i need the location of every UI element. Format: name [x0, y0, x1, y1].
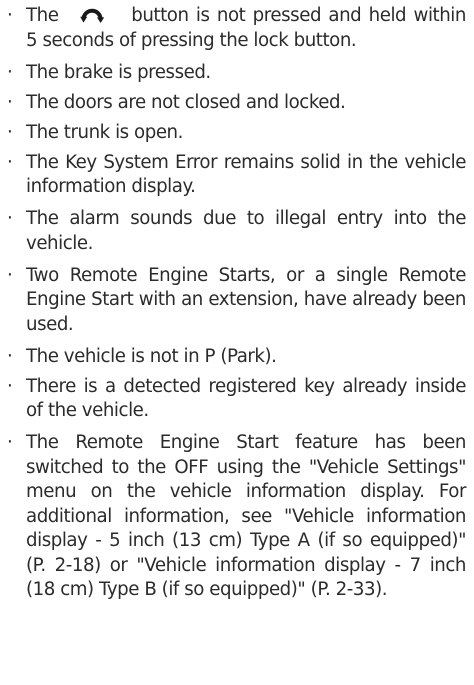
list-item-text: The Key System Error remains solid in th… — [26, 151, 466, 198]
document-page: · The button is not pressed and held wit… — [0, 0, 474, 685]
list-item-text: The brake is pressed. — [26, 61, 211, 83]
list-item: · The vehicle is not in P (Park). — [6, 345, 466, 370]
list-item: · The doors are not closed and locked. — [6, 91, 466, 116]
bullet-marker: · — [7, 345, 13, 367]
bullet-marker: · — [7, 264, 13, 286]
list-item-text: The alarm sounds due to illegal entry in… — [26, 208, 466, 254]
bullet-marker: · — [7, 5, 13, 26]
condition-list: · The button is not pressed and held wit… — [6, 4, 466, 603]
list-item-text-before-icon: The — [26, 5, 59, 26]
bullet-marker: · — [7, 121, 13, 143]
list-item-text: The vehicle is not in P (Park). — [26, 345, 277, 367]
bullet-marker: · — [7, 151, 13, 173]
bullet-marker: · — [7, 208, 13, 229]
remote-start-icon — [76, 4, 110, 24]
bullet-marker: · — [7, 91, 13, 113]
list-item-text: Two Remote Engine Starts, or a single Re… — [26, 264, 466, 335]
bullet-marker: · — [7, 375, 13, 397]
list-item: · The Key System Error remains solid in … — [6, 151, 466, 200]
list-item: · Two Remote Engine Starts, or a single … — [6, 264, 466, 338]
list-item: · There is a detected registered key alr… — [6, 375, 466, 424]
list-item: · The trunk is open. — [6, 121, 466, 146]
list-item-text: There is a detected registered key alrea… — [26, 375, 466, 422]
list-item: · The alarm sounds due to illegal entry … — [6, 207, 466, 256]
list-item: · The button is not pressed and held wit… — [6, 4, 466, 53]
list-item-text: The Remote Engine Start feature has been… — [26, 432, 466, 600]
list-item: · The brake is pressed. — [6, 61, 466, 86]
list-item-text: The doors are not closed and locked. — [26, 91, 346, 113]
bullet-marker: · — [7, 432, 13, 453]
list-item: · The Remote Engine Start feature has be… — [6, 431, 466, 603]
list-item-text: The trunk is open. — [26, 121, 183, 143]
bullet-marker: · — [7, 61, 13, 83]
